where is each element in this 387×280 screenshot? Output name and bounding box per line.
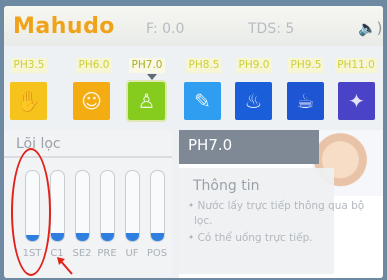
- ph-label-3-5[interactable]: PH3.5: [11, 58, 47, 73]
- ph-mode-7-0-button[interactable]: ♙: [126, 80, 167, 122]
- ph-mode-3-5-button[interactable]: ✋: [10, 82, 47, 120]
- filter-tube-pos: [150, 170, 165, 242]
- ph-label-8-5[interactable]: PH8.5: [186, 58, 222, 73]
- filter-tube-pre: [100, 170, 115, 242]
- brand-logo: Mahudo: [13, 14, 115, 39]
- info-line-2: lọc.: [194, 215, 213, 227]
- ph-mode-9-5-button[interactable]: ☕: [287, 82, 324, 120]
- ph-mode-8-5-button[interactable]: ✎: [184, 82, 221, 120]
- ph-mode-6-0-button[interactable]: ☺: [73, 82, 110, 120]
- flow-readout: F: 0.0: [146, 21, 185, 37]
- filter-tube-uf: [125, 170, 140, 242]
- face-care-icon: ☺: [81, 89, 102, 113]
- selected-pointer-icon: [147, 74, 157, 80]
- water-purifier-screen: Mahudo F: 0.0 TDS: 5 🔈) PH3.5 PH6.0 PH7.…: [4, 6, 383, 278]
- ph-label-11-0[interactable]: PH11.0: [335, 58, 377, 73]
- tds-readout: TDS: 5: [248, 21, 295, 37]
- ph-label-9-5[interactable]: PH9.5: [288, 58, 324, 73]
- annotation-circle: [11, 148, 51, 276]
- ph-label-9-0[interactable]: PH9.0: [236, 58, 272, 73]
- info-line-1: • Nước lấy trực tiếp thông qua bộ: [188, 200, 365, 212]
- filter-tube-c1: [50, 170, 65, 242]
- ph-label-6-0[interactable]: PH6.0: [76, 58, 112, 73]
- filter-panel-title: Lõi lọc: [16, 136, 61, 152]
- filter-level-fill: [126, 232, 139, 241]
- cleaning-icon: ✦: [348, 89, 365, 113]
- filter-level-fill: [101, 232, 114, 241]
- info-heading: Thông tin: [193, 178, 260, 194]
- header-bar: Mahudo F: 0.0 TDS: 5 🔈): [4, 6, 383, 46]
- brush-icon: ✎: [194, 89, 211, 113]
- ph-mode-11-0-button[interactable]: ✦: [338, 82, 375, 120]
- speaker-volume-icon[interactable]: 🔈): [358, 19, 383, 37]
- filter-level-fill: [76, 232, 89, 241]
- annotation-arrow-icon: [57, 257, 73, 275]
- filter-level-fill: [51, 232, 64, 241]
- filter-tube-se2: [75, 170, 90, 242]
- tea-cup-icon: ☕: [296, 89, 315, 113]
- ph-title: PH7.0: [188, 136, 233, 154]
- hand-wash-icon: ✋: [16, 89, 41, 113]
- ph-mode-9-0-button[interactable]: ♨: [235, 82, 272, 120]
- filter-label-pos: POS: [146, 248, 168, 259]
- filter-level-fill: [151, 232, 164, 241]
- filter-label-uf: UF: [125, 248, 139, 259]
- baby-icon: ♙: [137, 89, 156, 113]
- filter-label-pre: PRE: [97, 248, 117, 259]
- ph-label-7-0[interactable]: PH7.0: [129, 58, 165, 73]
- info-line-3: • Có thể uống trực tiếp.: [188, 232, 313, 244]
- cooking-pot-icon: ♨: [244, 89, 263, 113]
